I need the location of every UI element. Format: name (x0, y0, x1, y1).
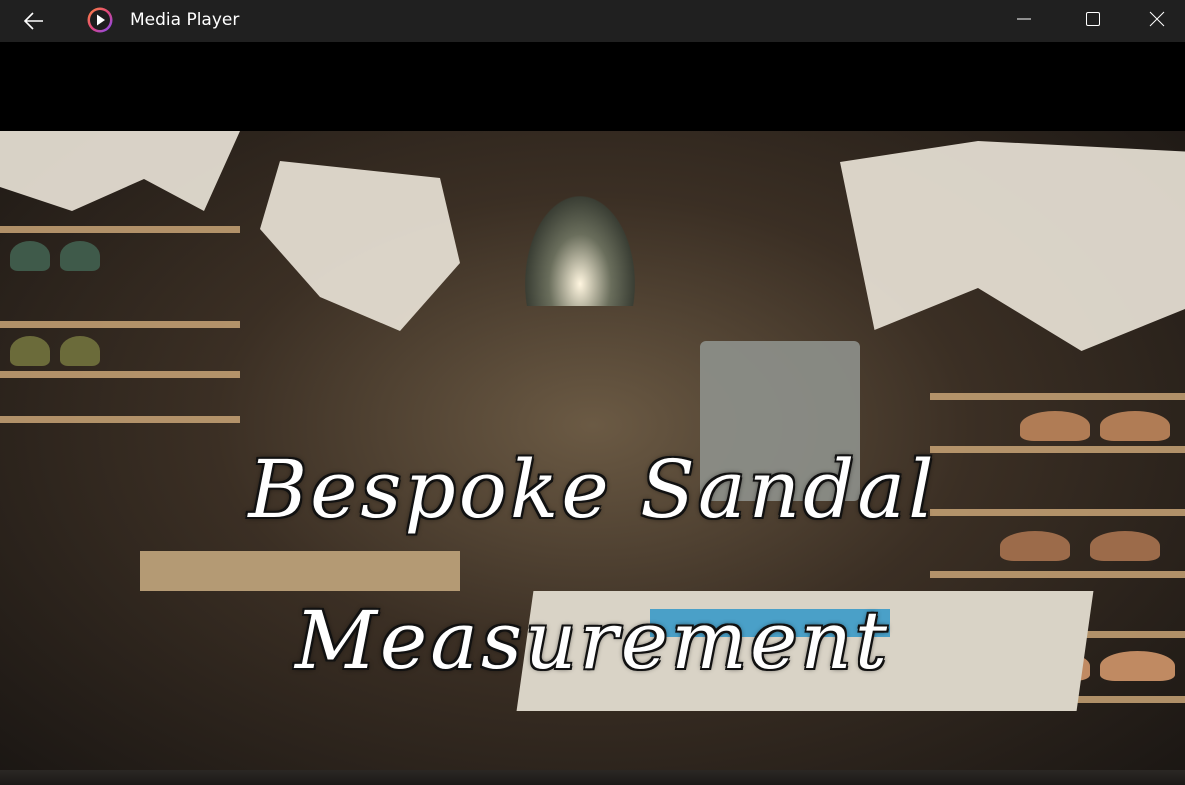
app-title: Media Player (130, 10, 240, 30)
video-frame[interactable]: Bespoke Sandal Measurement (0, 131, 1185, 785)
minimize-icon (1017, 18, 1031, 20)
workbench-left (140, 551, 460, 591)
playback-control-strip[interactable] (0, 770, 1185, 785)
shoe-last (60, 336, 100, 366)
shelf (0, 226, 240, 233)
video-caption-line2: Measurement (295, 594, 890, 687)
maximize-button[interactable] (1059, 0, 1127, 38)
shelf (0, 371, 240, 378)
paper-pattern (0, 131, 240, 211)
back-button[interactable] (14, 6, 54, 36)
shelf (930, 571, 1185, 578)
close-icon (1149, 11, 1164, 27)
paper-pattern (260, 161, 460, 331)
shoe-last (1100, 411, 1170, 441)
video-area[interactable]: Bespoke Sandal Measurement (0, 42, 1185, 785)
paper-pattern (840, 141, 1185, 351)
shelf (930, 393, 1185, 400)
close-button[interactable] (1128, 0, 1185, 38)
shoe-last (60, 241, 100, 271)
shoe-last (1020, 411, 1090, 441)
shelf (0, 321, 240, 328)
video-caption-line1: Bespoke Sandal (248, 443, 937, 536)
maximize-icon (1086, 12, 1100, 26)
desk-lamp (525, 196, 635, 306)
media-player-logo (87, 7, 113, 33)
arrow-left-icon (23, 12, 43, 30)
shelf (0, 416, 240, 423)
shoe-last (10, 336, 50, 366)
minimize-button[interactable] (990, 0, 1058, 38)
title-bar: Media Player (0, 0, 1185, 42)
shoe-last (10, 241, 50, 271)
